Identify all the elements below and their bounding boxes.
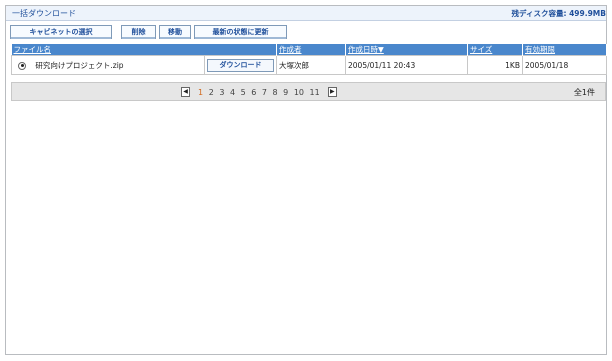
refresh-button[interactable]: 最新の状態に更新 bbox=[194, 25, 287, 39]
next-page-icon[interactable]: ▶ bbox=[327, 87, 337, 97]
pagination: ◀ 1 2 3 4 5 6 7 8 9 10 11 ▶ bbox=[177, 87, 341, 97]
column-filename[interactable]: ファイル名 bbox=[11, 44, 277, 56]
page-link[interactable]: 2 bbox=[209, 88, 214, 97]
move-button[interactable]: 移動 bbox=[159, 25, 191, 39]
expiry-cell: 2005/01/18 bbox=[522, 55, 607, 75]
page-link[interactable]: 4 bbox=[230, 88, 235, 97]
file-select-radio[interactable] bbox=[18, 61, 26, 70]
size-cell: 1KB bbox=[467, 55, 523, 75]
table-header-row: ファイル名 作成者 作成日時▼ サイズ 有効期限 bbox=[11, 44, 607, 56]
column-expiry[interactable]: 有効期限 bbox=[522, 44, 607, 56]
page-link-current[interactable]: 1 bbox=[198, 88, 203, 97]
download-cell: ダウンロード bbox=[204, 55, 277, 75]
page-link[interactable]: 8 bbox=[273, 88, 278, 97]
page-link[interactable]: 10 bbox=[294, 88, 304, 97]
pagination-bar: ◀ 1 2 3 4 5 6 7 8 9 10 11 ▶ 全1件 bbox=[11, 82, 606, 101]
column-size[interactable]: サイズ bbox=[467, 44, 523, 56]
column-author[interactable]: 作成者 bbox=[276, 44, 346, 56]
page-link[interactable]: 9 bbox=[283, 88, 288, 97]
page-title: 一括ダウンロード bbox=[12, 9, 76, 18]
main-window: 一括ダウンロード 残ディスク容量: 499.9MB キャビネットの選択 削除 移… bbox=[5, 5, 607, 355]
cabinet-select-button[interactable]: キャビネットの選択 bbox=[10, 25, 112, 39]
table-row: 研究向けプロジェクト.zip ダウンロード 大塚次郎 2005/01/11 20… bbox=[11, 55, 607, 75]
title-bar: 一括ダウンロード 残ディスク容量: 499.9MB bbox=[6, 6, 606, 21]
column-created[interactable]: 作成日時▼ bbox=[345, 44, 468, 56]
page-link[interactable]: 3 bbox=[219, 88, 224, 97]
created-cell: 2005/01/11 20:43 bbox=[345, 55, 468, 75]
disk-usage: 残ディスク容量: 499.9MB bbox=[511, 9, 607, 18]
author-cell: 大塚次郎 bbox=[276, 55, 346, 75]
filename-text: 研究向けプロジェクト.zip bbox=[35, 60, 124, 70]
page-link[interactable]: 5 bbox=[241, 88, 246, 97]
page-link[interactable]: 7 bbox=[262, 88, 267, 97]
page-link[interactable]: 6 bbox=[251, 88, 256, 97]
filename-cell: 研究向けプロジェクト.zip bbox=[11, 55, 205, 75]
page-link[interactable]: 11 bbox=[310, 88, 320, 97]
prev-page-icon[interactable]: ◀ bbox=[181, 87, 190, 97]
delete-button[interactable]: 削除 bbox=[121, 25, 156, 39]
total-count: 全1件 bbox=[573, 88, 595, 97]
download-button[interactable]: ダウンロード bbox=[207, 58, 274, 72]
file-table: ファイル名 作成者 作成日時▼ サイズ 有効期限 研究向けプロジェクト.zip … bbox=[11, 44, 607, 75]
